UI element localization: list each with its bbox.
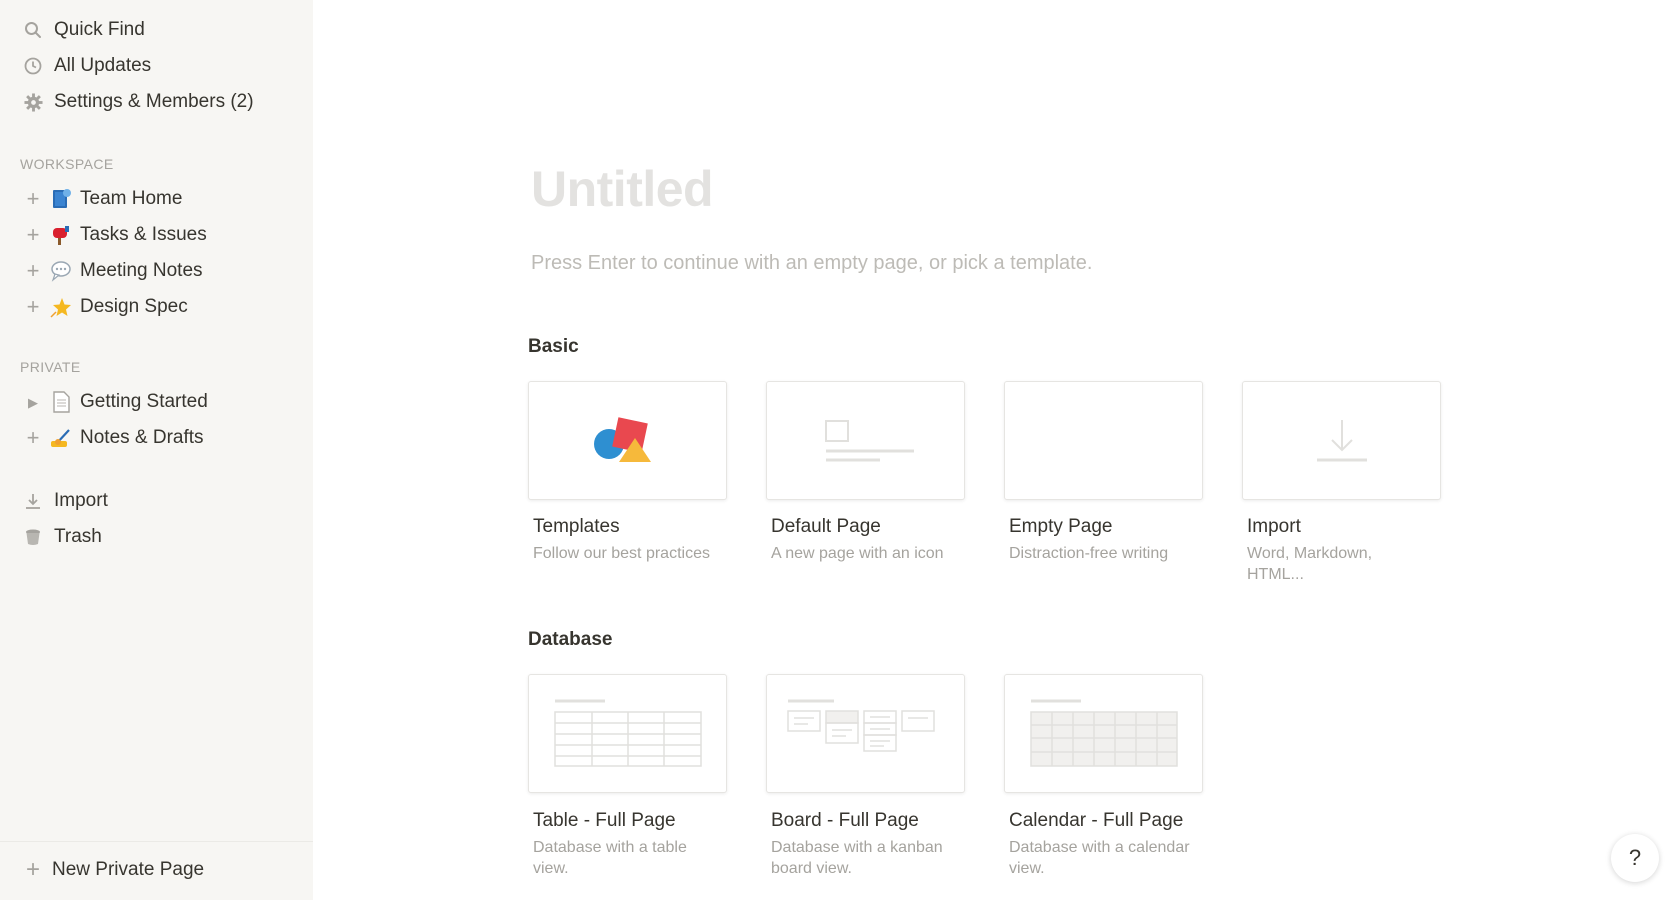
- sidebar-page-label: Notes & Drafts: [80, 427, 204, 448]
- import-card[interactable]: [1242, 381, 1441, 500]
- writing-hand-emoji-icon: [48, 425, 74, 451]
- templates-card[interactable]: [528, 381, 727, 500]
- add-page-icon[interactable]: +: [20, 425, 46, 451]
- mailbox-emoji-icon: [48, 222, 74, 248]
- quick-find-item[interactable]: Quick Find: [20, 14, 145, 46]
- empty-page-card[interactable]: [1004, 381, 1203, 500]
- default-page-icon: [824, 419, 914, 461]
- import-title: Import: [1247, 516, 1301, 537]
- star-emoji-icon: [48, 294, 74, 320]
- private-section-label: PRIVATE: [20, 359, 81, 375]
- add-page-icon[interactable]: +: [20, 258, 46, 284]
- sidebar-page-label: Design Spec: [80, 296, 188, 317]
- sidebar-page-label: Meeting Notes: [80, 260, 203, 281]
- import-item[interactable]: Import: [20, 485, 108, 517]
- templates-desc: Follow our best practices: [533, 545, 710, 562]
- add-page-icon[interactable]: +: [20, 222, 46, 248]
- add-page-icon[interactable]: +: [20, 294, 46, 320]
- new-private-page-button[interactable]: + New Private Page: [20, 854, 204, 886]
- plus-icon: +: [25, 856, 40, 883]
- calendar-full-page-desc: Database with a calendar view.: [1009, 839, 1190, 877]
- quick-find-label: Quick Find: [54, 19, 145, 40]
- table-icon: [553, 699, 702, 767]
- page-subtitle-hint: Press Enter to continue with an empty pa…: [531, 252, 1093, 274]
- clock-icon: [20, 53, 46, 79]
- page-title-placeholder[interactable]: Untitled: [531, 160, 714, 218]
- sidebar: Quick Find All Updates Settings & Member…: [0, 0, 313, 900]
- board-full-page-card[interactable]: [766, 674, 965, 793]
- trash-label: Trash: [54, 526, 102, 547]
- settings-members-label: Settings & Members (2): [54, 91, 254, 112]
- import-desc: Word, Markdown, HTML...: [1247, 545, 1373, 583]
- search-icon: [20, 17, 46, 43]
- calendar-full-page-title: Calendar - Full Page: [1009, 810, 1184, 831]
- shapes-icon: [593, 416, 651, 462]
- sidebar-page-meeting-notes[interactable]: + Meeting Notes: [20, 255, 203, 287]
- all-updates-item[interactable]: All Updates: [20, 50, 151, 82]
- workspace-section-label: WORKSPACE: [20, 156, 114, 172]
- empty-page-desc: Distraction-free writing: [1009, 545, 1169, 562]
- table-full-page-title: Table - Full Page: [533, 810, 676, 831]
- basic-section-label: Basic: [528, 336, 579, 357]
- sidebar-page-getting-started[interactable]: ▶ Getting Started: [20, 386, 208, 418]
- book-emoji-icon: [48, 186, 74, 212]
- gear-icon: [20, 89, 46, 115]
- templates-title: Templates: [533, 516, 620, 537]
- new-private-page-label: New Private Page: [52, 859, 205, 880]
- board-full-page-title: Board - Full Page: [771, 810, 919, 831]
- sidebar-footer: + New Private Page: [0, 841, 313, 900]
- trash-item[interactable]: Trash: [20, 521, 102, 553]
- default-page-card[interactable]: [766, 381, 965, 500]
- import-label: Import: [54, 490, 108, 511]
- calendar-full-page-card[interactable]: [1004, 674, 1203, 793]
- speech-bubble-emoji-icon: [48, 258, 74, 284]
- default-page-desc: A new page with an icon: [771, 545, 944, 562]
- sidebar-page-notes-drafts[interactable]: + Notes & Drafts: [20, 422, 204, 454]
- help-button[interactable]: ?: [1611, 834, 1659, 882]
- board-full-page-desc: Database with a kanban board view.: [771, 839, 943, 877]
- document-icon: [48, 389, 74, 415]
- default-page-title: Default Page: [771, 516, 881, 537]
- add-page-icon[interactable]: +: [20, 186, 46, 212]
- all-updates-label: All Updates: [54, 55, 152, 76]
- sidebar-page-label: Team Home: [80, 188, 183, 209]
- trash-icon: [20, 524, 46, 550]
- table-full-page-card[interactable]: [528, 674, 727, 793]
- settings-members-item[interactable]: Settings & Members (2): [20, 86, 254, 118]
- sidebar-page-team-home[interactable]: + Team Home: [20, 183, 183, 215]
- import-download-icon: [1316, 419, 1367, 461]
- sidebar-page-design-spec[interactable]: + Design Spec: [20, 291, 188, 323]
- calendar-icon: [1029, 699, 1178, 767]
- sidebar-page-label: Tasks & Issues: [80, 224, 207, 245]
- database-section-label: Database: [528, 629, 613, 650]
- table-full-page-desc: Database with a table view.: [533, 839, 687, 877]
- empty-page-title: Empty Page: [1009, 516, 1113, 537]
- sidebar-page-label: Getting Started: [80, 391, 208, 412]
- sidebar-page-tasks-issues[interactable]: + Tasks & Issues: [20, 219, 207, 251]
- expand-arrow-icon[interactable]: ▶: [20, 389, 46, 415]
- board-icon: [786, 699, 935, 752]
- download-icon: [20, 488, 46, 514]
